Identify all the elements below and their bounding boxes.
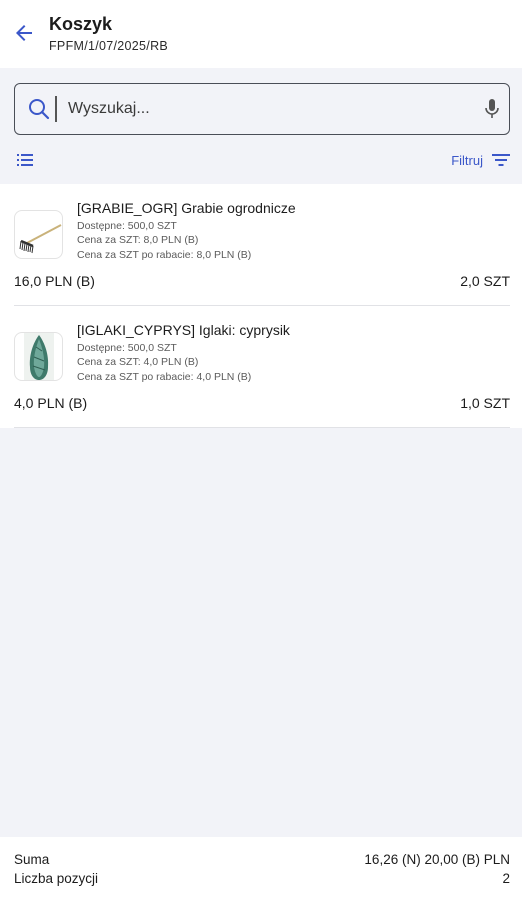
list-view-icon[interactable] xyxy=(16,151,34,169)
item-divider xyxy=(14,426,510,428)
item-quantity[interactable]: 1,0 SZT xyxy=(460,395,510,411)
arrow-left-icon xyxy=(16,25,32,41)
item-name: [IGLAKI_CYPRYS] Iglaki: cyprysik xyxy=(77,322,290,338)
document-number: FPFM/1/07/2025/RB xyxy=(49,39,169,53)
search-divider xyxy=(55,96,57,122)
item-quantity[interactable]: 2,0 SZT xyxy=(460,273,510,289)
search-bar[interactable] xyxy=(14,83,510,135)
item-unit-price: Cena za SZT: 8,0 PLN (B) xyxy=(77,234,199,246)
item-total: 4,0 PLN (B) xyxy=(14,395,88,411)
cart-item[interactable]: [GRABIE_OGR] Grabie ogrodnicze Dostępne:… xyxy=(0,184,522,306)
search-input[interactable] xyxy=(68,92,468,126)
search-icon[interactable] xyxy=(27,97,51,121)
sum-value: 16,26 (N) 20,00 (B) PLN xyxy=(364,852,510,867)
item-name: [GRABIE_OGR] Grabie ogrodnicze xyxy=(77,200,296,216)
back-button[interactable] xyxy=(12,21,36,45)
cypress-image xyxy=(14,332,63,381)
mic-icon[interactable] xyxy=(483,98,501,120)
cart-item-list: [GRABIE_OGR] Grabie ogrodnicze Dostępne:… xyxy=(0,184,522,428)
item-discount-price: Cena za SZT po rabacie: 4,0 PLN (B) xyxy=(77,371,252,383)
item-available: Dostępne: 500,0 SZT xyxy=(77,220,177,232)
rake-image xyxy=(14,210,63,259)
item-count-value: 2 xyxy=(502,871,510,886)
cart-summary: Suma 16,26 (N) 20,00 (B) PLN Liczba pozy… xyxy=(0,837,522,900)
filter-label: Filtruj xyxy=(451,152,483,168)
item-discount-price: Cena za SZT po rabacie: 8,0 PLN (B) xyxy=(77,249,252,261)
filter-icon xyxy=(492,154,510,166)
item-available: Dostępne: 500,0 SZT xyxy=(77,342,177,354)
item-unit-price: Cena za SZT: 4,0 PLN (B) xyxy=(77,356,199,368)
page-title: Koszyk xyxy=(49,14,113,34)
cart-item[interactable]: [IGLAKI_CYPRYS] Iglaki: cyprysik Dostępn… xyxy=(0,306,522,428)
item-count-label: Liczba pozycji xyxy=(14,871,99,886)
sum-label: Suma xyxy=(14,852,50,867)
filter-button[interactable]: Filtruj xyxy=(451,149,510,171)
item-total: 16,0 PLN (B) xyxy=(14,273,95,289)
app-header: Koszyk FPFM/1/07/2025/RB xyxy=(0,0,522,68)
